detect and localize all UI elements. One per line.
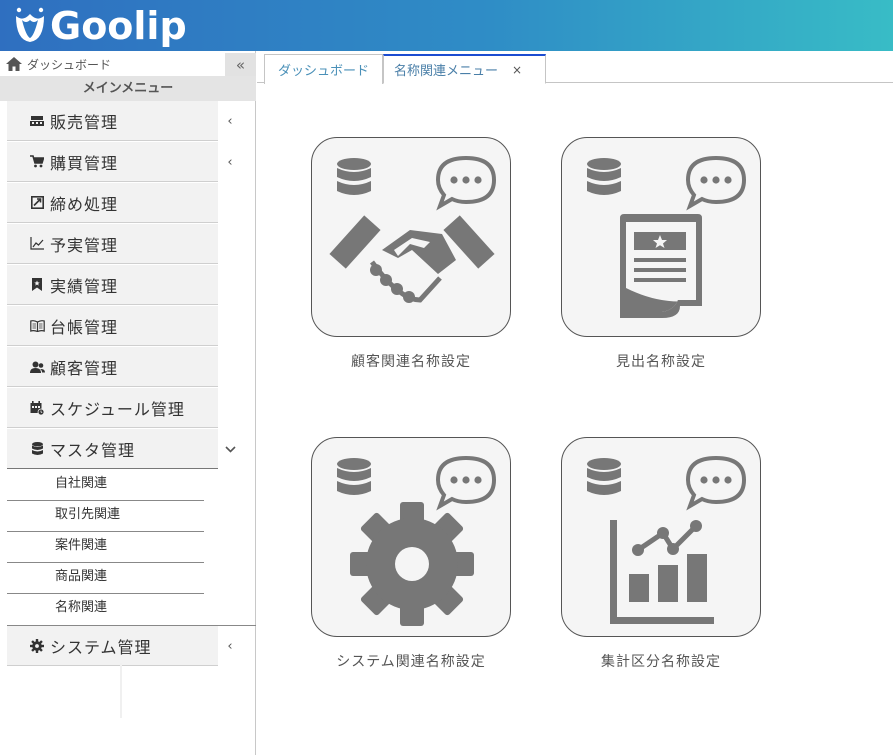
card-caption[interactable]: 顧客関連名称設定: [271, 351, 551, 371]
card-tile[interactable]: [311, 137, 511, 337]
chevron-placeholder: [223, 236, 237, 252]
sidebar-scroll-track: [120, 663, 122, 718]
master-submenu: 自社関連 取引先関連 案件関連 商品関連 名称関連: [7, 470, 256, 625]
handshake-icon: [329, 215, 495, 303]
bar-chart-icon: [610, 520, 714, 624]
sidebar-item-label: 実績管理: [50, 276, 119, 296]
double-chevron-left-icon: «: [235, 56, 246, 74]
sidebar-item-results[interactable]: 実績管理: [7, 265, 256, 306]
card-customer-name-settings[interactable]: 顧客関連名称設定: [311, 137, 511, 370]
sidebar-item-label: マスタ管理: [50, 440, 136, 460]
sidebar-item-ledger[interactable]: 台帳管理: [7, 306, 256, 347]
submenu-item-company[interactable]: 自社関連: [7, 470, 204, 501]
card-tile[interactable]: [561, 137, 761, 337]
close-icon[interactable]: ×: [512, 63, 522, 77]
submenu-item-names[interactable]: 名称関連: [7, 594, 204, 625]
chevron-placeholder: [223, 400, 237, 416]
sidebar-item-customers[interactable]: 顧客管理: [7, 347, 256, 388]
line-chart-icon: [29, 236, 45, 252]
sidebar-item-label: 予実管理: [50, 235, 119, 255]
chevron-left-icon[interactable]: ‹: [223, 638, 237, 654]
submenu-item-projects[interactable]: 案件関連: [7, 532, 204, 563]
sidebar-collapse-button[interactable]: «: [225, 53, 256, 77]
home-icon: [6, 57, 22, 71]
card-caption[interactable]: システム関連名称設定: [271, 651, 551, 671]
users-icon: [29, 359, 45, 375]
chevron-placeholder: [223, 195, 237, 211]
chevron-placeholder: [223, 277, 237, 293]
tulip-logo-icon: [16, 7, 44, 42]
card-tile[interactable]: [561, 437, 761, 637]
gear-icon: [350, 502, 474, 626]
chevron-down-icon[interactable]: [223, 441, 237, 457]
book-icon: [29, 318, 45, 334]
sidebar-home-link[interactable]: ダッシュボード: [5, 54, 111, 74]
card-tile[interactable]: [311, 437, 511, 637]
calendar-icon: [29, 400, 45, 416]
document-icon: [620, 214, 702, 318]
sidebar-item-label: システム管理: [50, 637, 152, 657]
tab-label: ダッシュボード: [277, 64, 369, 79]
logo-text: Goolip: [50, 4, 187, 48]
app-header: Goolip: [0, 0, 893, 51]
sidebar-item-label: 販売管理: [50, 112, 119, 132]
speech-bubble-icon: [435, 155, 497, 211]
card-caption[interactable]: 集計区分名称設定: [521, 651, 801, 671]
sidebar-item-purchasing[interactable]: 購買管理 ‹: [7, 142, 256, 183]
speech-bubble-icon: [685, 155, 747, 211]
sidebar: ダッシュボード « メインメニュー 販売管理 ‹ 購買管理 ‹ 締め処理 予実管…: [0, 51, 256, 755]
main-menu-heading: メインメニュー: [0, 76, 256, 101]
sidebar-item-system[interactable]: システム管理 ‹: [7, 625, 256, 666]
tab-name-settings-menu[interactable]: 名称関連メニュー ×: [383, 54, 546, 84]
sidebar-top: ダッシュボード «: [0, 51, 256, 77]
home-label: ダッシュボード: [27, 57, 112, 72]
sidebar-item-label: 顧客管理: [50, 358, 119, 378]
card-system-name-settings[interactable]: システム関連名称設定: [311, 437, 511, 670]
speech-bubble-icon: [435, 455, 497, 511]
speech-bubble-icon: [685, 455, 747, 511]
database-icon: [587, 158, 621, 195]
chevron-left-icon[interactable]: ‹: [223, 154, 237, 170]
sidebar-item-sales[interactable]: 販売管理 ‹: [7, 101, 256, 142]
sidebar-item-budget[interactable]: 予実管理: [7, 224, 256, 265]
sidebar-item-label: 購買管理: [50, 153, 119, 173]
sidebar-item-schedule[interactable]: スケジュール管理: [7, 388, 256, 429]
submenu-item-business-partners[interactable]: 取引先関連: [7, 501, 204, 532]
database-icon: [337, 458, 371, 495]
app-logo[interactable]: Goolip: [12, 2, 187, 50]
submenu-item-products[interactable]: 商品関連: [7, 563, 204, 594]
gear-icon: [29, 638, 45, 654]
bookmark-icon: [29, 277, 45, 293]
tab-bar: ダッシュボード 名称関連メニュー ×: [257, 51, 893, 84]
sidebar-item-label: 締め処理: [50, 194, 119, 214]
database-icon: [29, 441, 45, 457]
main-content: 顧客関連名称設定 見出名称設定 システム関連名称設定 集計区分名称設定: [257, 84, 893, 755]
card-heading-name-settings[interactable]: 見出名称設定: [561, 137, 761, 370]
card-caption[interactable]: 見出名称設定: [521, 351, 801, 371]
sidebar-item-label: スケジュール管理: [50, 399, 185, 419]
checkbox-icon: [29, 195, 45, 211]
sidebar-item-label: 台帳管理: [50, 317, 119, 337]
card-aggregation-name-settings[interactable]: 集計区分名称設定: [561, 437, 761, 670]
chevron-placeholder: [223, 359, 237, 375]
register-icon: [29, 113, 45, 129]
database-icon: [587, 458, 621, 495]
chevron-placeholder: [223, 318, 237, 334]
tab-dashboard[interactable]: ダッシュボード: [264, 54, 383, 84]
tab-label: 名称関連メニュー: [394, 64, 499, 79]
sidebar-item-master[interactable]: マスタ管理: [7, 429, 256, 470]
main-menu: 販売管理 ‹ 購買管理 ‹ 締め処理 予実管理 実績管理 台帳管理 顧客管理 ス…: [7, 101, 256, 666]
sidebar-item-closing[interactable]: 締め処理: [7, 183, 256, 224]
database-icon: [337, 158, 371, 195]
chevron-left-icon[interactable]: ‹: [223, 113, 237, 129]
cart-icon: [29, 154, 45, 170]
